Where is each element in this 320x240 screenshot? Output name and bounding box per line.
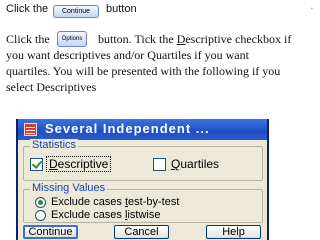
cancel-button[interactable]: Cancel [114,225,169,239]
options-button-image: Options [57,31,87,47]
slide-marker: • [311,6,313,12]
continue-button-label: Continue [28,226,73,238]
continue-button-image: Continue [53,5,99,18]
continue-button-label: Continue [61,8,91,15]
quartiles-checkbox[interactable] [153,158,166,171]
statistics-group: Statistics Descriptive Quartiles [23,139,263,181]
statistics-group-label: Statistics [30,139,79,151]
dialog-title-bar[interactable]: Several Independent ... [18,119,267,140]
options-button-label: Options [61,36,83,42]
quartiles-label[interactable]: Quartiles [171,157,219,171]
instruction-text: Click the [6,3,49,15]
spss-app-icon [24,123,37,136]
instruction-text: Click the [6,32,50,46]
instruction-text: quartiles. You will be presented with th… [6,64,281,78]
continue-button[interactable]: Continue [23,225,78,239]
several-independent-dialog: Several Independent ... Statistics Descr… [16,119,269,240]
missing-values-group: Missing Values Exclude cases test-by-tes… [23,182,263,223]
instruction-text: select Descriptives [6,80,97,94]
instruction-text: button [106,3,137,15]
instruction-line-1: Click the button [6,3,137,15]
exclude-test-by-test-label[interactable]: Exclude cases test-by-test [51,196,179,209]
help-button-label: Help [222,226,245,238]
cancel-button-label: Cancel [124,226,159,238]
exclude-listwise-radio[interactable] [35,210,46,221]
exclude-listwise-label[interactable]: Exclude cases listwise [51,209,160,222]
instruction-text: button. Tick the Descriptive checkbox if [98,32,292,46]
descriptive-label[interactable]: Descriptive [46,156,112,172]
exclude-test-by-test-radio[interactable] [35,197,46,208]
descriptive-checkbox[interactable] [30,158,43,171]
instruction-text: you want descriptives and/or Quartiles i… [6,48,249,62]
help-button[interactable]: Help [206,225,261,239]
dialog-title: Several Independent ... [45,121,210,136]
missing-values-group-label: Missing Values [30,182,108,194]
